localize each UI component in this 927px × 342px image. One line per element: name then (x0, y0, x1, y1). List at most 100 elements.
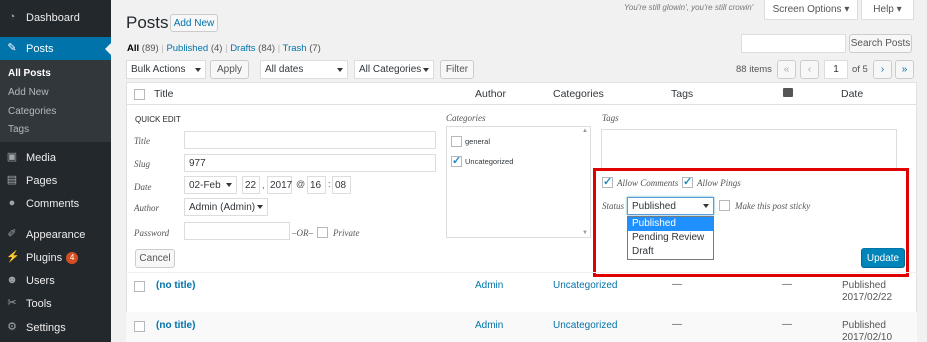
row-category-link[interactable]: Uncategorized (553, 280, 617, 291)
scroll-down-icon[interactable]: ▼ (582, 230, 588, 236)
allow-pings-checkbox[interactable] (682, 175, 693, 188)
row-category-link[interactable]: Uncategorized (553, 320, 617, 331)
category-checkbox-uncategorized[interactable] (451, 154, 462, 167)
at-separator: @ (296, 179, 306, 189)
menu-posts[interactable]: ✎ Posts (0, 37, 111, 60)
submenu-all-posts[interactable]: All Posts (8, 65, 51, 83)
row-title-link[interactable]: (no title) (156, 280, 195, 291)
category-filter-select[interactable]: All Categories (354, 60, 434, 79)
hour-input[interactable]: 16 (307, 176, 326, 194)
status-value: Published (632, 200, 676, 212)
row-title-link[interactable]: (no title) (156, 320, 195, 331)
next-page-button[interactable]: › (873, 60, 892, 79)
day-input[interactable]: 22 (242, 176, 260, 194)
scroll-up-icon[interactable]: ▲ (582, 128, 588, 134)
row-divider (126, 272, 917, 273)
first-page-button[interactable]: « (777, 60, 796, 79)
menu-users[interactable]: ☻ Users (0, 269, 111, 292)
filter-all[interactable]: All (127, 43, 139, 54)
bulk-actions-select[interactable]: Bulk Actions (126, 60, 206, 79)
categories-scrollbar[interactable]: ▲ ▼ (581, 128, 589, 236)
menu-settings[interactable]: ⚙ Settings (0, 316, 111, 339)
or-separator: –OR– (292, 228, 313, 238)
table-row-alt-bg (126, 312, 917, 342)
password-input[interactable] (184, 222, 290, 240)
search-posts-button[interactable]: Search Posts (849, 34, 912, 53)
column-author: Author (475, 88, 506, 100)
allow-comments-checkbox[interactable] (602, 175, 613, 188)
row-date: 2017/02/10 (842, 332, 893, 342)
status-filter-links: All (89) | Published (4) | Drafts (84) |… (127, 43, 321, 54)
row-author-link[interactable]: Admin (475, 280, 503, 291)
minute-input[interactable]: 08 (332, 176, 351, 194)
status-option-pending-review[interactable]: Pending Review (628, 231, 713, 245)
filter-trash[interactable]: Trash (283, 43, 307, 54)
items-count: 88 items (736, 64, 772, 75)
menu-label: Settings (26, 321, 66, 334)
menu-pages[interactable]: ▤ Pages (0, 169, 111, 192)
tags-textarea[interactable] (601, 129, 897, 170)
cancel-button[interactable]: Cancel (135, 249, 175, 268)
private-checkbox[interactable] (317, 227, 328, 238)
filter-drafts[interactable]: Drafts (230, 43, 255, 54)
admin-sidebar: ◔ Dashboard ✎ Posts All Posts Add New Ca… (0, 0, 111, 342)
menu-comments[interactable]: ● Comments (0, 192, 111, 215)
submenu-add-new[interactable]: Add New (8, 84, 49, 102)
help-tab[interactable]: Help ▾ (861, 0, 914, 20)
prev-page-button[interactable]: ‹ (800, 60, 819, 79)
filter-published[interactable]: Published (166, 43, 208, 54)
status-dropdown-list: Published Pending Review Draft (627, 216, 714, 260)
menu-plugins[interactable]: ⚡ Plugins 4 (0, 246, 111, 269)
status-option-published[interactable]: Published (628, 217, 713, 231)
password-label: Password (134, 228, 170, 238)
comment-bubble-icon[interactable] (783, 88, 793, 97)
year-input[interactable]: 2017 (267, 176, 292, 194)
menu-appearance[interactable]: ✐ Appearance (0, 223, 111, 246)
sticky-checkbox[interactable] (719, 200, 730, 211)
pushpin-icon: ✎ (7, 42, 17, 54)
caret-down-icon: ▾ (844, 4, 850, 15)
row-checkbox[interactable] (134, 281, 145, 292)
menu-label: Media (26, 151, 56, 164)
category-checkbox-general[interactable] (451, 136, 462, 147)
date-filter-select[interactable]: All dates (260, 60, 348, 79)
posts-submenu: All Posts Add New Categories Tags (0, 60, 111, 142)
allow-pings-label: Allow Pings (697, 178, 741, 188)
menu-tools[interactable]: ✂ Tools (0, 292, 111, 315)
title-input[interactable] (184, 131, 436, 149)
month-select[interactable]: 02-Feb (184, 176, 237, 194)
slug-input[interactable]: 977 (184, 154, 436, 172)
menu-dashboard[interactable]: ◔ Dashboard (0, 6, 111, 29)
pages-icon: ▤ (6, 174, 18, 186)
row-author-link[interactable]: Admin (475, 320, 503, 331)
filter-separator: | (225, 43, 228, 54)
category-label-uncategorized: Uncategorized (465, 157, 514, 166)
author-select[interactable]: Admin (Admin) (184, 198, 268, 216)
caret-down-icon (703, 204, 709, 211)
column-title[interactable]: Title (154, 88, 173, 100)
status-option-draft[interactable]: Draft (628, 245, 713, 259)
menu-media[interactable]: ▣ Media (0, 146, 111, 169)
add-new-button[interactable]: Add New (170, 14, 218, 32)
categories-checklist: general Uncategorized ▲ ▼ (446, 126, 591, 238)
category-filter-value: All Categories (359, 64, 422, 75)
select-all-checkbox[interactable] (134, 89, 145, 100)
filter-button[interactable]: Filter (440, 60, 474, 79)
allow-comments-label: Allow Comments (617, 178, 679, 188)
page-title: Posts (126, 13, 169, 32)
submenu-tags[interactable]: Tags (8, 121, 29, 139)
update-button[interactable]: Update (861, 248, 905, 268)
submenu-categories[interactable]: Categories (8, 103, 56, 121)
search-input[interactable] (741, 34, 846, 53)
row-checkbox[interactable] (134, 321, 145, 332)
help-label: Help (873, 4, 894, 15)
screen-options-tab[interactable]: Screen Options ▾ (764, 0, 858, 20)
current-page-input[interactable]: 1 (824, 60, 848, 79)
apply-button[interactable]: Apply (210, 60, 249, 79)
status-select[interactable]: Published (627, 197, 714, 215)
row-date: 2017/02/22 (842, 292, 893, 303)
column-date[interactable]: Date (841, 88, 863, 100)
last-page-button[interactable]: » (895, 60, 914, 79)
caret-down-icon (423, 67, 429, 75)
total-pages: of 5 (852, 64, 868, 75)
